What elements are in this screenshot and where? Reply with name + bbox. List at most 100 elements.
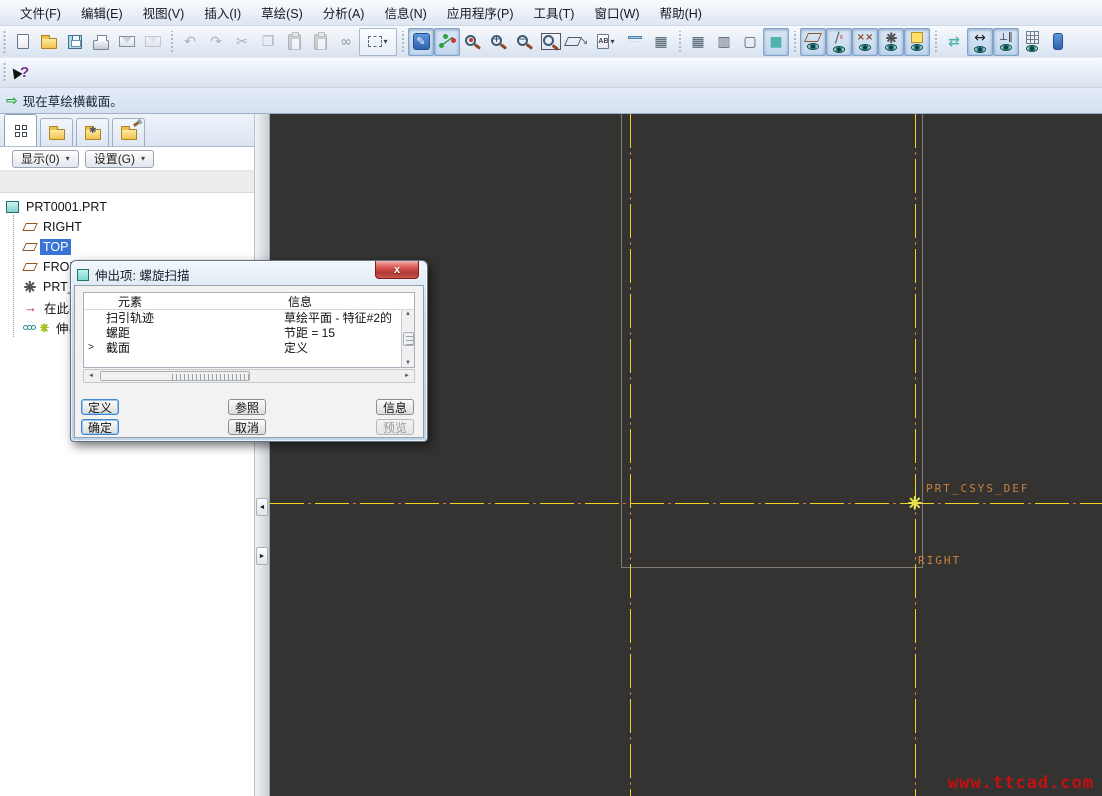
scroll-right-icon[interactable]: ► xyxy=(400,373,414,379)
list-row-trajectory[interactable]: 扫引轨迹 草绘平面 - 特征#2的 xyxy=(84,310,414,325)
preview-button[interactable]: 预览 xyxy=(376,419,415,435)
grid-display-toggle[interactable] xyxy=(1019,28,1045,56)
open-button[interactable] xyxy=(36,28,62,56)
tab-favorites[interactable]: ✱ xyxy=(76,118,109,146)
view-manager-button[interactable]: ▦ xyxy=(648,28,674,56)
csys-display-toggle[interactable] xyxy=(878,27,904,56)
expand-panel-button[interactable]: ► xyxy=(256,547,268,565)
info-button[interactable]: 信息 xyxy=(376,399,415,415)
scrollbar-thumb[interactable] xyxy=(100,371,250,381)
vertex-display-toggle[interactable] xyxy=(1045,28,1071,56)
navigator-tabs: ✱ xyxy=(0,114,254,147)
shaded-button[interactable]: ■ xyxy=(763,27,789,56)
tab-connections[interactable] xyxy=(112,118,145,146)
scroll-up-icon[interactable]: ▲ xyxy=(405,311,411,317)
point-display-toggle[interactable]: ×× xyxy=(852,27,878,56)
define-button[interactable]: 定义 xyxy=(81,399,120,415)
sketch-outline xyxy=(621,114,923,568)
save-button[interactable] xyxy=(62,28,88,56)
centerline-horizontal xyxy=(270,503,1102,504)
print-button[interactable] xyxy=(88,28,114,56)
tab-model-tree[interactable] xyxy=(4,114,37,146)
zoom-in-icon: + xyxy=(491,34,502,46)
menu-info[interactable]: 信息(N) xyxy=(374,0,436,26)
show-dropdown[interactable]: 显示(0) ▾ xyxy=(12,149,79,168)
tree-item-part[interactable]: PRT0001.PRT xyxy=(6,197,254,217)
cancel-button[interactable]: 取消 xyxy=(228,419,267,435)
connections-folder-icon xyxy=(120,126,137,140)
annotation-display-toggle[interactable] xyxy=(904,27,930,56)
datum-select-button[interactable] xyxy=(434,27,460,56)
feature-asterisk-icon xyxy=(40,322,49,332)
list-row-pitch[interactable]: 螺距 节距 = 15 xyxy=(84,325,414,340)
redo-button[interactable]: ↷ xyxy=(203,28,229,56)
copy-button[interactable]: ❐ xyxy=(255,28,281,56)
menu-sketch[interactable]: 草绘(S) xyxy=(251,0,313,26)
menu-insert[interactable]: 插入(I) xyxy=(194,0,251,26)
datum-plane-display-toggle[interactable] xyxy=(800,27,826,56)
reorient-icon: ↘ xyxy=(563,36,588,47)
new-file-button[interactable] xyxy=(10,28,36,56)
references-button[interactable] xyxy=(460,28,486,56)
wireframe-button[interactable]: ▦ xyxy=(685,28,711,56)
paste-button[interactable] xyxy=(281,28,307,56)
favorites-star-icon: ✱ xyxy=(89,125,97,135)
find-button[interactable]: ∞ xyxy=(333,28,359,56)
constraint-display-toggle[interactable]: ⊥∥ xyxy=(993,27,1019,56)
selection-box-icon xyxy=(368,36,383,47)
no-hidden-button[interactable]: ▢ xyxy=(737,28,763,56)
settings-dropdown[interactable]: 设置(G) ▾ xyxy=(84,149,155,168)
send-mail-button[interactable] xyxy=(114,28,140,56)
menu-window[interactable]: 窗口(W) xyxy=(584,0,649,26)
menu-edit[interactable]: 编辑(E) xyxy=(71,0,133,26)
dialog-title-bar[interactable]: 伸出项: 螺旋扫描 xyxy=(74,264,424,285)
scroll-left-icon[interactable]: ◄ xyxy=(84,373,98,379)
cut-button[interactable]: ✂ xyxy=(229,28,255,56)
hidden-line-button[interactable]: ▥ xyxy=(711,28,737,56)
graphics-area[interactable]: PRT_CSYS_DEF RIGHT www.ttcad.com xyxy=(270,114,1102,796)
element-list[interactable]: 元素 信息 扫引轨迹 草绘平面 - 特征#2的 螺距 节距 = 15 > 截面 … xyxy=(83,292,415,368)
references-button-dialog[interactable]: 参照 xyxy=(228,399,267,415)
datum-plane-icon xyxy=(22,263,38,271)
layers-button[interactable] xyxy=(622,28,648,56)
menu-help[interactable]: 帮助(H) xyxy=(650,0,712,26)
tree-item-top[interactable]: TOP xyxy=(6,237,254,257)
vertical-scrollbar[interactable]: ▲ ▼ xyxy=(401,310,414,367)
scroll-down-icon[interactable]: ▼ xyxy=(405,360,411,366)
dialog-title: 伸出项: 螺旋扫描 xyxy=(95,269,190,283)
saved-views-button[interactable]: AB ▾ xyxy=(590,28,622,56)
ok-button[interactable]: 确定 xyxy=(81,419,120,435)
tab-folder-browser[interactable] xyxy=(40,118,73,146)
datum-axis-display-toggle[interactable]: ∕ x xyxy=(826,27,852,56)
collapse-panel-button[interactable]: ◄ xyxy=(256,498,268,516)
refit-button[interactable] xyxy=(538,28,564,56)
dialog-close-button[interactable]: x xyxy=(375,261,419,279)
select-box-button[interactable]: ▾ xyxy=(359,27,397,56)
grid-icon xyxy=(1025,31,1039,44)
zoom-out-button[interactable]: − xyxy=(512,28,538,56)
paste-special-button[interactable] xyxy=(307,28,333,56)
mail-link-icon xyxy=(145,36,161,47)
spin-center-button[interactable]: ⇄ xyxy=(941,28,967,56)
menu-view[interactable]: 视图(V) xyxy=(133,0,195,26)
horizontal-scrollbar[interactable]: ◄ ► xyxy=(83,369,415,383)
panel-sash[interactable]: ◄ ► xyxy=(255,114,270,796)
sketcher-display-toggle[interactable]: ✎ xyxy=(408,27,434,56)
mail-link-button[interactable] xyxy=(140,28,166,56)
undo-button[interactable]: ↶ xyxy=(177,28,203,56)
csys-marker xyxy=(908,495,922,510)
menu-file[interactable]: 文件(F) xyxy=(10,0,71,26)
menu-analysis[interactable]: 分析(A) xyxy=(313,0,375,26)
chevron-left-icon: ◄ xyxy=(258,503,266,511)
dialog-icon xyxy=(77,268,89,281)
context-help-button[interactable]: ▶? xyxy=(6,59,36,87)
scrollbar-thumb[interactable] xyxy=(402,331,414,346)
menu-applications[interactable]: 应用程序(P) xyxy=(437,0,524,26)
dimension-display-toggle[interactable]: ↔ xyxy=(967,27,993,56)
reorient-button[interactable]: ↘ xyxy=(563,28,590,56)
list-row-section[interactable]: > 截面 定义 xyxy=(84,340,414,355)
tree-item-right[interactable]: RIGHT xyxy=(6,217,254,237)
menu-tools[interactable]: 工具(T) xyxy=(524,0,585,26)
paste-icon xyxy=(287,31,301,50)
zoom-in-button[interactable]: + xyxy=(486,28,512,56)
